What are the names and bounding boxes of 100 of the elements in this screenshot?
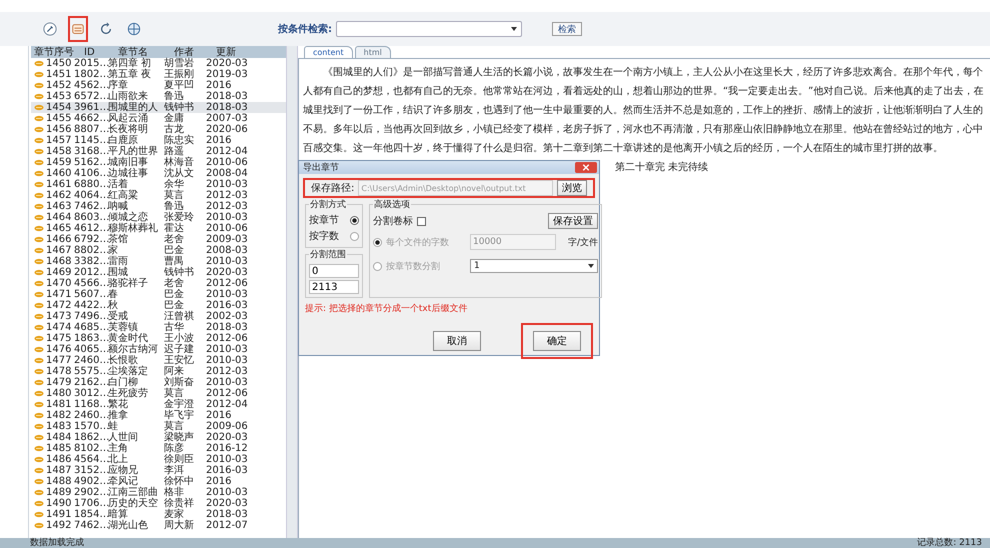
table-cell-text: 2016-03 xyxy=(206,300,249,311)
table-cell-text: 2010-06 xyxy=(206,157,249,168)
table-cell-text: 迟子建 xyxy=(164,344,195,355)
table-cell-text: 2008-03 xyxy=(206,245,249,256)
table-cell: 4564… xyxy=(74,454,108,465)
table-cell: 4566… xyxy=(74,278,108,289)
table-cell-text: 2010-03 xyxy=(206,487,249,498)
table-cell-text: 2010-03 xyxy=(206,212,249,223)
table-cell: 6880… xyxy=(74,179,108,190)
table-cell-text: 1491 xyxy=(46,509,72,520)
table-cell-text: 1472 xyxy=(46,300,72,311)
table-cell-text: 徐贵祥 xyxy=(164,498,195,509)
table-cell-text: 夏平凹 xyxy=(164,80,195,91)
table-cell-text: 1484 xyxy=(46,432,72,443)
table-cell-text: 金宇澄 xyxy=(164,399,195,410)
table-cell-text: 尘埃落定 xyxy=(108,366,149,377)
table-cell-text: 2016-03 xyxy=(206,465,249,476)
table-cell-text: 1452 xyxy=(46,80,72,91)
table-cell-text: 1450 xyxy=(46,58,72,69)
table-cell-text: 1461 xyxy=(46,179,72,190)
table-cell-text: 1464 xyxy=(46,212,72,223)
table-cell-text: 2012-03 xyxy=(206,190,249,201)
table-cell-text: 2010-03 xyxy=(206,289,249,300)
table-cell-text: 巴金 xyxy=(164,300,184,311)
table-cell-text: 1453 xyxy=(46,91,72,102)
column-header[interactable]: ID xyxy=(84,46,118,58)
table-cell-text: 老舍 xyxy=(164,278,185,289)
ok-button[interactable]: 确定 xyxy=(533,331,581,351)
table-cell-text: 2010-03 xyxy=(206,355,249,366)
table-cell-text: 2010-03 xyxy=(206,179,249,190)
tab[interactable]: html xyxy=(354,46,391,58)
table-cell: 1570… xyxy=(74,421,108,432)
table-cell-text: 江南三部曲 xyxy=(108,487,159,498)
table-cell-text: 2020-03 xyxy=(206,58,249,69)
column-header[interactable]: 作者 xyxy=(174,45,216,59)
table-cell-text: 2012-06 xyxy=(206,333,249,344)
table-cell: 4065… xyxy=(74,344,108,355)
table-cell-text: 1476 xyxy=(46,344,72,355)
table-cell-text: 张爱玲 xyxy=(164,212,195,223)
table-cell-text: 2012-06 xyxy=(206,388,249,399)
column-header[interactable]: 章节序号 xyxy=(34,45,84,59)
table-cell-text: 推拿 xyxy=(108,410,129,421)
table-cell-text: 2019-03 xyxy=(206,69,249,80)
table-cell-text: 受戒 xyxy=(108,311,128,322)
table-cell: 4064… xyxy=(74,190,108,201)
table-cell-text: 钱钟书 xyxy=(164,102,195,113)
table-cell-text: 陈忠实 xyxy=(164,135,195,146)
table-cell-text: 沈从文 xyxy=(164,168,195,179)
table-cell-text: 第四章 初 xyxy=(108,58,152,69)
tab[interactable]: content xyxy=(304,46,353,58)
table-cell-text: 1487 xyxy=(46,465,72,476)
table-cell-text: 周大新 xyxy=(164,520,195,531)
table-cell-text: 额尔古纳河 xyxy=(108,344,159,355)
table-cell-text: 1468 xyxy=(46,256,72,267)
table-cell-text: 2012-03 xyxy=(206,366,249,377)
table-cell-text: 主角 xyxy=(108,443,129,454)
search-button[interactable]: 检索 xyxy=(552,22,582,36)
table-cell-text: 曹禺 xyxy=(164,256,184,267)
table-cell-text: 1458 xyxy=(46,146,72,157)
table-cell-text: 1456 xyxy=(46,124,72,135)
table-cell-text: 2018-03 xyxy=(206,91,249,102)
table-cell: 3168… xyxy=(74,146,108,157)
table-cell-text: 穆斯林葬礼 xyxy=(108,223,159,234)
table-cell-text: 白鹿原 xyxy=(108,135,138,146)
table-cell-text: 1471 xyxy=(46,289,72,300)
table-cell-text: 2016 xyxy=(206,80,232,91)
table-cell-text: 黄金时代 xyxy=(108,333,149,344)
table-cell-text: 1460 xyxy=(46,168,72,179)
table-cell: 1863… xyxy=(74,333,108,344)
table-cell-text: 1451 xyxy=(46,69,72,80)
column-header[interactable]: 章节名 xyxy=(118,45,174,59)
browse-button[interactable]: 浏览 xyxy=(557,180,587,196)
table-cell: 3961… xyxy=(74,102,108,113)
range-end-field[interactable]: 2113 xyxy=(309,280,359,294)
cancel-button[interactable]: 取消 xyxy=(433,331,481,351)
save-settings-button[interactable]: 保存设置 xyxy=(548,213,598,229)
table-cell-text: 1473 xyxy=(46,311,72,322)
radio-label: 按字数 xyxy=(309,230,339,243)
table-cell: 4612… xyxy=(74,223,108,234)
table-cell-text: 1454 xyxy=(46,102,72,113)
table-cell: 4902… xyxy=(74,476,108,487)
table-cell-text: 刘斯奋 xyxy=(164,377,195,388)
chapter-text: 第二十章完 未完待续 xyxy=(615,160,710,175)
radio-label: 按章节 xyxy=(309,214,339,227)
table-cell-text: 北上 xyxy=(108,454,129,465)
table-cell-text: 鲁迅 xyxy=(164,201,184,212)
table-cell-text: 2018-03 xyxy=(206,509,249,520)
table-cell-text: 活着 xyxy=(108,179,128,190)
table-cell-text: 2010-03 xyxy=(206,454,249,465)
group-title: 分割范围 xyxy=(309,248,347,261)
table-cell-text: 雷雨 xyxy=(108,256,129,267)
selected-row[interactable]: 1454 3961…围城里的人 钱钟书 2018-03 xyxy=(31,102,286,113)
table-cell: 4685… xyxy=(74,322,108,333)
range-start-field[interactable]: 0 xyxy=(309,264,359,278)
table-cell-text: 钱钟书 xyxy=(164,267,195,278)
path-label: 保存路径: xyxy=(311,182,354,195)
table-cell-text: 1485 xyxy=(46,443,72,454)
column-header[interactable]: 更新 xyxy=(216,45,260,59)
table-cell-text: 1492 xyxy=(46,520,72,531)
table-cell-text: 麦家 xyxy=(164,509,184,520)
